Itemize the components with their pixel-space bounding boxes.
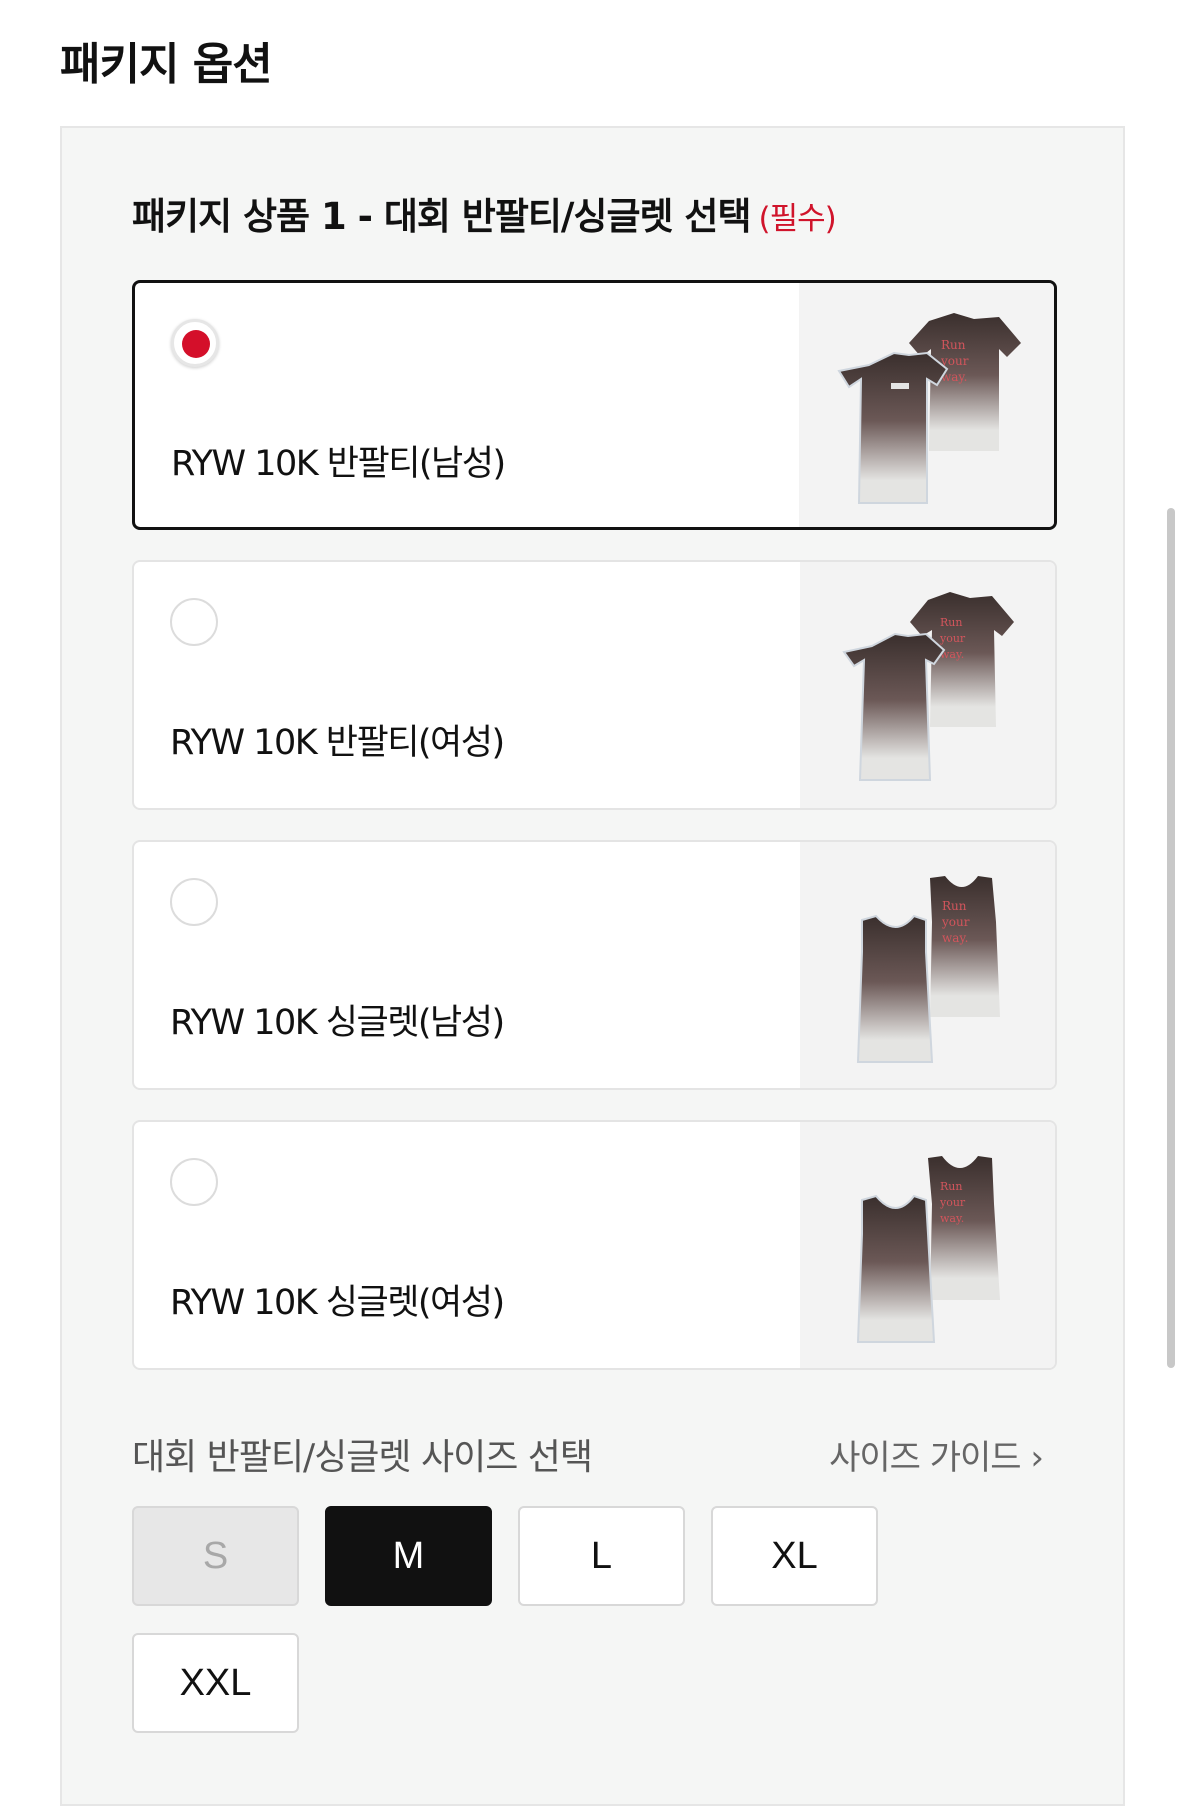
svg-text:way.: way. — [940, 1212, 964, 1225]
section-title: 패키지 상품 1 - 대회 반팔티/싱글렛 선택 (필수) — [132, 186, 837, 240]
size-section-title: 대회 반팔티/싱글렛 사이즈 선택 — [132, 1437, 593, 1478]
page-title: 패키지 옵션 — [60, 39, 273, 90]
required-label: (필수) — [758, 201, 837, 237]
scrollbar[interactable] — [1167, 508, 1175, 1368]
singlet-men-image: Run your way. — [800, 842, 1055, 1088]
svg-text:your: your — [939, 632, 966, 645]
option-tshirt-women[interactable]: RYW 10K 반팔티(여성) Run your way. — [132, 560, 1057, 810]
package-options-panel: 패키지 상품 1 - 대회 반팔티/싱글렛 선택 (필수) RYW 10K 반팔티… — [60, 126, 1125, 1806]
option-tshirt-men[interactable]: RYW 10K 반팔티(남성) Run your way. — [132, 280, 1057, 530]
svg-text:Run: Run — [941, 338, 966, 352]
option-singlet-men[interactable]: RYW 10K 싱글렛(남성) Run your way. — [132, 840, 1057, 1090]
radio-button[interactable] — [170, 1158, 218, 1206]
svg-text:your: your — [939, 1196, 966, 1209]
singlet-women-image: Run your way. — [800, 1122, 1055, 1368]
option-label: RYW 10K 싱글렛(여성) — [170, 1283, 505, 1323]
tshirt-women-image: Run your way. — [800, 562, 1055, 808]
option-label: RYW 10K 반팔티(남성) — [171, 444, 506, 484]
svg-text:way.: way. — [942, 931, 968, 945]
size-button-s[interactable]: S — [132, 1506, 299, 1606]
radio-button[interactable] — [171, 319, 219, 367]
tshirt-men-image: Run your way. — [799, 283, 1054, 527]
size-button-l[interactable]: L — [518, 1506, 685, 1606]
svg-text:Run: Run — [940, 1180, 962, 1193]
radio-button[interactable] — [170, 878, 218, 926]
option-label: RYW 10K 싱글렛(남성) — [170, 1003, 505, 1043]
size-button-xxl[interactable]: XXL — [132, 1633, 299, 1733]
option-label: RYW 10K 반팔티(여성) — [170, 723, 505, 763]
radio-button[interactable] — [170, 598, 218, 646]
svg-text:Run: Run — [940, 616, 962, 629]
option-singlet-women[interactable]: RYW 10K 싱글렛(여성) Run your way. — [132, 1120, 1057, 1370]
svg-text:your: your — [941, 915, 970, 929]
size-button-xl[interactable]: XL — [711, 1506, 878, 1606]
svg-text:Run: Run — [942, 899, 967, 913]
size-button-m[interactable]: M — [325, 1506, 492, 1606]
size-guide-link[interactable]: 사이즈 가이드 › — [829, 1430, 1044, 1479]
section-title-text: 패키지 상품 1 - 대회 반팔티/싱글렛 선택 — [132, 195, 752, 238]
